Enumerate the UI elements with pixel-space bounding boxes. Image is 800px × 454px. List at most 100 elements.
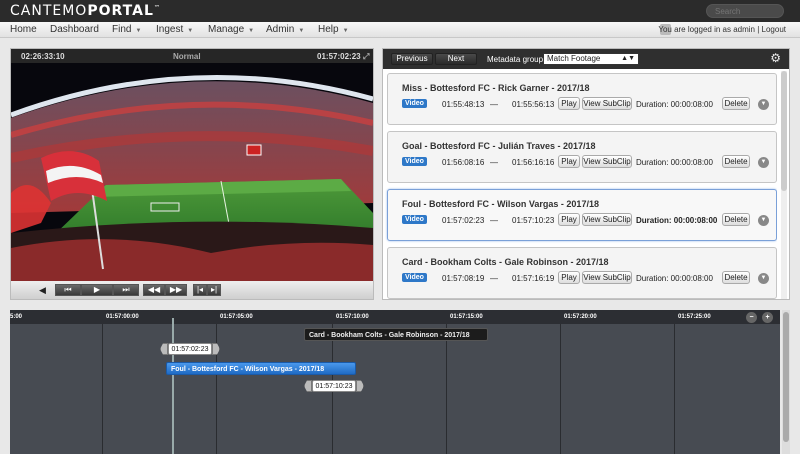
nav-find[interactable]: Find ▼ <box>112 24 141 35</box>
segment-dash: — <box>490 158 498 167</box>
chevron-down-icon: ▲▼ <box>621 55 635 62</box>
segment-in: 01:56:08:16 <box>442 158 485 167</box>
user-info[interactable]: You are logged in as admin | Logout <box>658 25 786 34</box>
chevron-down-icon: ▼ <box>248 28 255 34</box>
download-icon[interactable]: ▼ <box>758 99 769 110</box>
fast-forward-button[interactable]: ▶▶ <box>165 284 187 296</box>
segment-in: 01:55:48:13 <box>442 100 485 109</box>
next-button[interactable]: Next <box>435 53 477 65</box>
play-button[interactable]: ▶ <box>81 284 113 296</box>
segment-title: Card - Bookham Colts - Gale Robinson - 2… <box>402 257 609 267</box>
delete-button[interactable]: Delete <box>722 271 750 284</box>
scrollbar-thumb[interactable] <box>783 312 789 442</box>
mark-in-button[interactable]: |◂ <box>193 284 207 296</box>
timeline-clip[interactable]: Card - Bookham Colts - Gale Robinson - 2… <box>304 328 488 341</box>
segment-dash: — <box>490 216 498 225</box>
chevron-down-icon: ▼ <box>298 28 305 34</box>
expand-icon[interactable]: ⤢ <box>363 52 369 62</box>
tick-label: 01:57:25:00 <box>678 314 711 320</box>
tick-label: 01:57:05:00 <box>220 314 253 320</box>
rewind-button[interactable]: ◀◀ <box>143 284 165 296</box>
nav-help[interactable]: Help ▼ <box>318 24 349 35</box>
timeline[interactable]: 5:00 01:57:00:00 01:57:05:00 01:57:10:00… <box>10 310 780 454</box>
metadata-group-label: Metadata group: <box>487 55 546 64</box>
chevron-down-icon: ▼ <box>342 28 349 34</box>
logo[interactable]: CANTEMOPORTAL™ <box>10 3 161 19</box>
top-bar: CANTEMOPORTAL™ <box>0 0 800 22</box>
tick-label: 01:57:00:00 <box>106 314 139 320</box>
view-subclip-button[interactable]: View SubClip <box>582 213 632 226</box>
download-icon[interactable]: ▼ <box>758 157 769 168</box>
nav-label: Home <box>10 24 37 35</box>
timeline-scrollbar[interactable] <box>782 310 790 454</box>
nav-ingest[interactable]: Ingest ▼ <box>156 24 193 35</box>
view-subclip-button[interactable]: View SubClip <box>582 97 632 110</box>
zoom-in-icon[interactable]: + <box>762 312 773 323</box>
delete-button[interactable]: Delete <box>722 213 750 226</box>
metadata-header: Previous Next Metadata group: Match Foot… <box>383 49 789 69</box>
logo-light: CANTEMO <box>10 3 88 19</box>
video-badge: Video <box>402 99 427 108</box>
video-frame[interactable] <box>11 63 373 281</box>
in-handle-icon[interactable] <box>160 343 168 355</box>
tick-label: 01:57:20:00 <box>564 314 597 320</box>
timeline-clip-selected[interactable]: Foul - Bottesford FC - Wilson Vargas - 2… <box>166 362 356 375</box>
nav-bar: Home Dashboard Find ▼ Ingest ▼ Manage ▼ Adm… <box>0 22 800 38</box>
metadata-group-select[interactable]: Match Footage ▲▼ <box>543 53 639 65</box>
segment-scrollbar[interactable] <box>781 71 787 299</box>
segment-dash: — <box>490 100 498 109</box>
volume-icon[interactable]: ◀ <box>39 285 46 296</box>
timecode-left: 02:26:33:10 <box>21 52 65 61</box>
timecode-right: 01:57:02:23 <box>317 52 361 61</box>
video-player: 02:26:33:10 Normal 01:57:02:23 ⤢ ◀ ⏮ ▶ ⏭… <box>10 48 374 300</box>
nav-label: Find <box>112 24 132 35</box>
in-marker: 01:57:02:23 <box>168 343 212 355</box>
delete-button[interactable]: Delete <box>722 155 750 168</box>
nav-label: Admin <box>266 24 295 35</box>
skip-back-button[interactable]: ⏮ <box>55 284 81 296</box>
segment-item[interactable]: Card - Bookham Colts - Gale Robinson - 2… <box>387 247 777 299</box>
nav-home[interactable]: Home <box>10 24 37 35</box>
previous-button[interactable]: Previous <box>391 53 433 65</box>
play-button[interactable]: Play <box>558 213 580 226</box>
playhead[interactable] <box>172 318 174 454</box>
delete-button[interactable]: Delete <box>722 97 750 110</box>
play-button[interactable]: Play <box>558 155 580 168</box>
play-button[interactable]: Play <box>558 97 580 110</box>
segment-item[interactable]: Miss - Bottesford FC - Rick Garner - 201… <box>387 73 777 125</box>
metadata-panel: Previous Next Metadata group: Match Foot… <box>382 48 790 300</box>
grid-line <box>102 324 103 454</box>
view-subclip-button[interactable]: View SubClip <box>582 271 632 284</box>
out-handle-right-icon[interactable] <box>356 380 364 392</box>
play-button[interactable]: Play <box>558 271 580 284</box>
scrollbar-thumb[interactable] <box>781 71 787 191</box>
player-header: 02:26:33:10 Normal 01:57:02:23 ⤢ <box>11 49 373 63</box>
search-input[interactable] <box>706 4 784 18</box>
nav-admin[interactable]: Admin ▼ <box>266 24 304 35</box>
zoom-out-icon[interactable]: − <box>746 312 757 323</box>
nav-label: Help <box>318 24 339 35</box>
logo-tm: ™ <box>153 4 161 12</box>
mark-out-button[interactable]: ▸| <box>207 284 221 296</box>
stadium-image <box>11 63 373 281</box>
segment-in: 01:57:08:19 <box>442 274 485 283</box>
chevron-down-icon: ▼ <box>187 28 194 34</box>
nav-dashboard[interactable]: Dashboard <box>50 24 99 35</box>
view-subclip-button[interactable]: View SubClip <box>582 155 632 168</box>
download-icon[interactable]: ▼ <box>758 273 769 284</box>
nav-label: Ingest <box>156 24 184 35</box>
segment-item[interactable]: Goal - Bottesford FC - Julián Traves - 2… <box>387 131 777 183</box>
segment-title: Foul - Bottesford FC - Wilson Vargas - 2… <box>402 199 599 209</box>
nav-manage[interactable]: Manage ▼ <box>208 24 254 35</box>
out-handle-icon[interactable] <box>304 380 312 392</box>
tick-label: 01:57:15:00 <box>450 314 483 320</box>
gear-icon[interactable]: ⚙ <box>770 51 781 65</box>
in-handle-right-icon[interactable] <box>212 343 220 355</box>
segment-out: 01:57:10:23 <box>512 216 555 225</box>
segment-item-selected[interactable]: Foul - Bottesford FC - Wilson Vargas - 2… <box>387 189 777 241</box>
segment-title: Miss - Bottesford FC - Rick Garner - 201… <box>402 83 590 93</box>
skip-forward-button[interactable]: ⏭ <box>113 284 139 296</box>
download-icon[interactable]: ▼ <box>758 215 769 226</box>
metadata-group-value: Match Footage <box>547 54 601 63</box>
tick-label: 5:00 <box>10 314 23 320</box>
